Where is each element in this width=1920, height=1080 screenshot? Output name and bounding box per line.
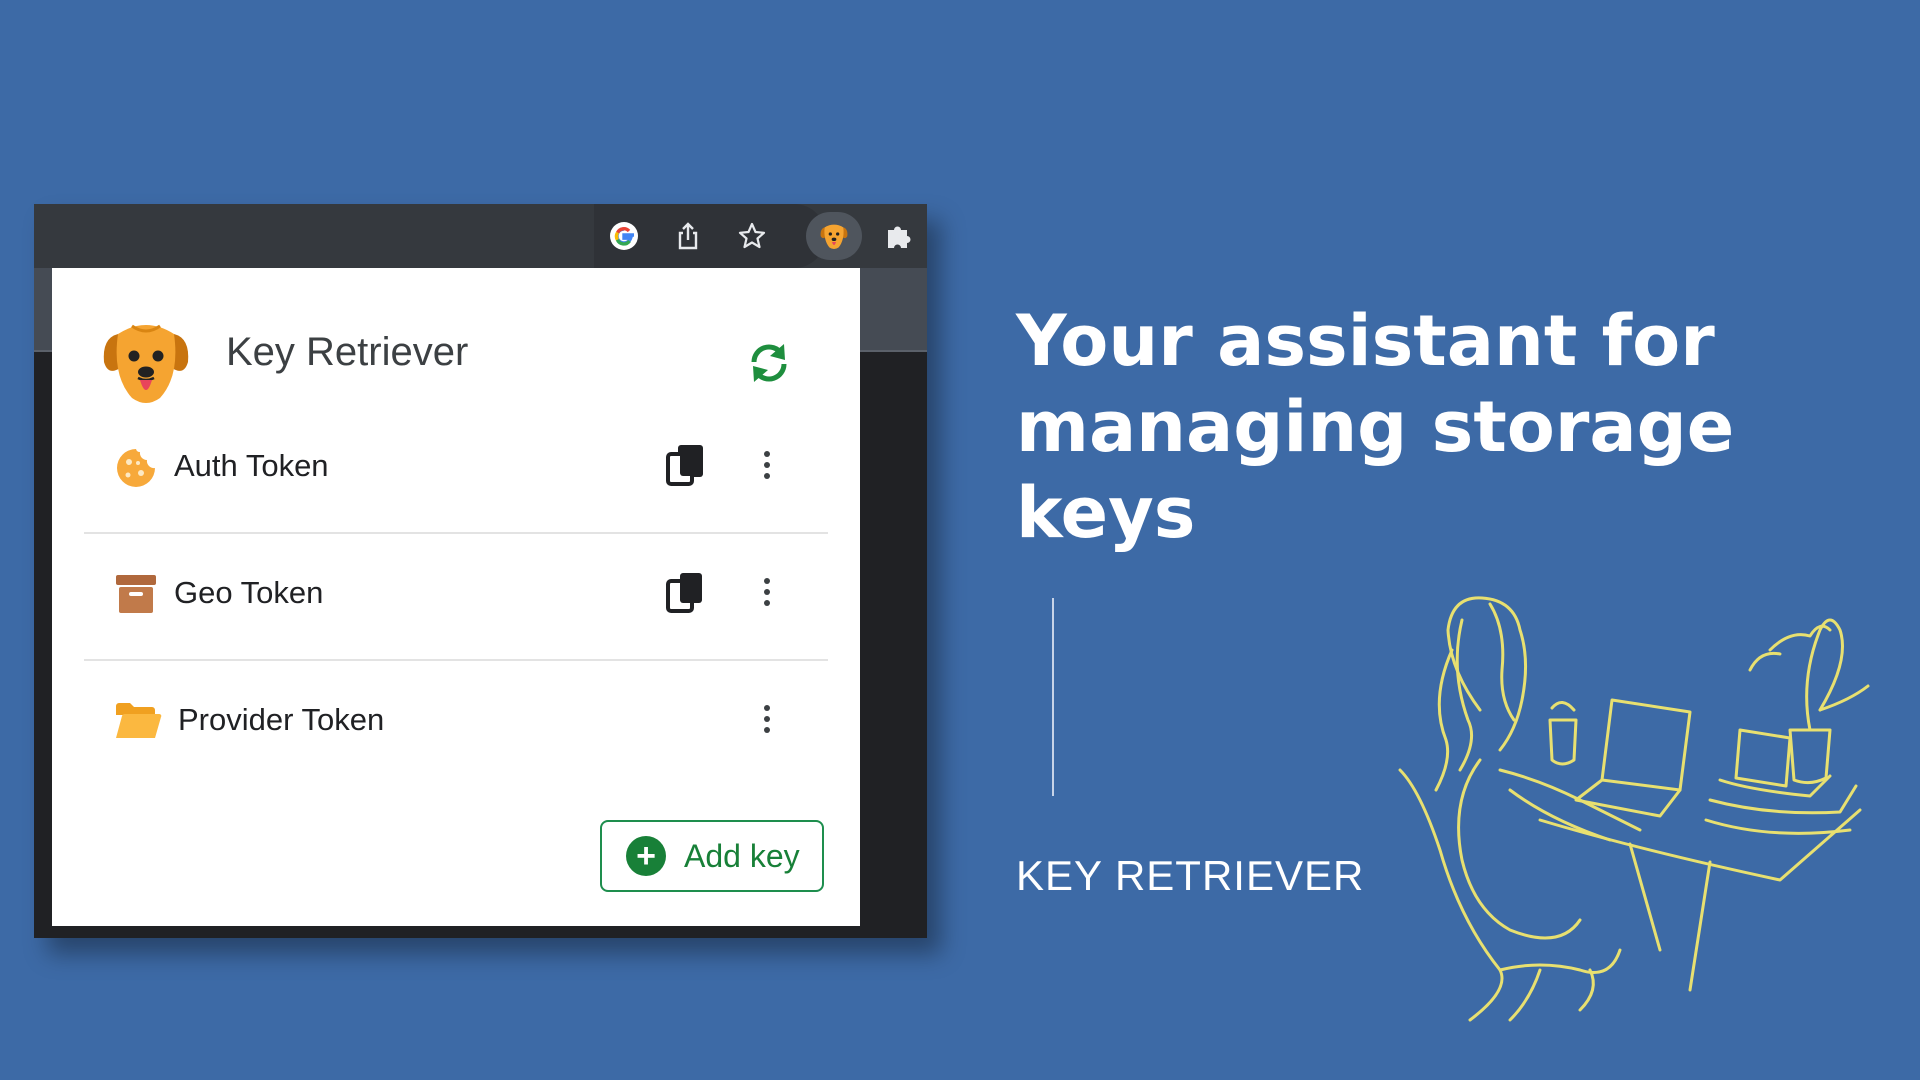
- brand-name: KEY RETRIEVER: [1016, 852, 1365, 899]
- open-folder-icon: [114, 698, 162, 742]
- more-options-icon[interactable]: [752, 696, 782, 742]
- key-row-provider-token[interactable]: Provider Token: [84, 660, 828, 786]
- share-icon[interactable]: [672, 220, 704, 252]
- bookmark-star-icon[interactable]: [736, 220, 768, 252]
- copy-icon[interactable]: [664, 569, 710, 615]
- google-icon[interactable]: [608, 220, 640, 252]
- more-options-icon[interactable]: [752, 442, 782, 488]
- divider-line: [1052, 598, 1054, 796]
- more-options-icon[interactable]: [752, 569, 782, 615]
- cookie-icon: [114, 446, 158, 490]
- dog-extension-icon[interactable]: [818, 220, 850, 252]
- woman-at-desk-illustration: [1390, 590, 1880, 1030]
- browser-toolbar: [34, 204, 927, 268]
- popup-header: Key Retriever: [52, 268, 860, 408]
- key-row-auth-token[interactable]: Auth Token: [84, 406, 828, 534]
- headline: Your assistant for managing storage keys: [1016, 300, 1735, 554]
- refresh-icon[interactable]: [746, 340, 792, 386]
- golden-retriever-logo: [98, 314, 194, 410]
- key-label: Auth Token: [174, 448, 329, 483]
- app-title: Key Retriever: [226, 330, 469, 374]
- plus-circle-icon: +: [626, 836, 666, 876]
- key-label: Geo Token: [174, 575, 324, 610]
- archive-box-icon: [114, 571, 158, 615]
- copy-icon[interactable]: [664, 442, 710, 488]
- key-label: Provider Token: [178, 702, 385, 737]
- extension-popup: Key Retriever Auth Token Geo Token Provi…: [52, 268, 860, 926]
- key-row-geo-token[interactable]: Geo Token: [84, 533, 828, 661]
- add-key-button[interactable]: + Add key: [600, 820, 824, 892]
- add-key-label: Add key: [684, 837, 800, 874]
- puzzle-extensions-icon[interactable]: [882, 220, 914, 252]
